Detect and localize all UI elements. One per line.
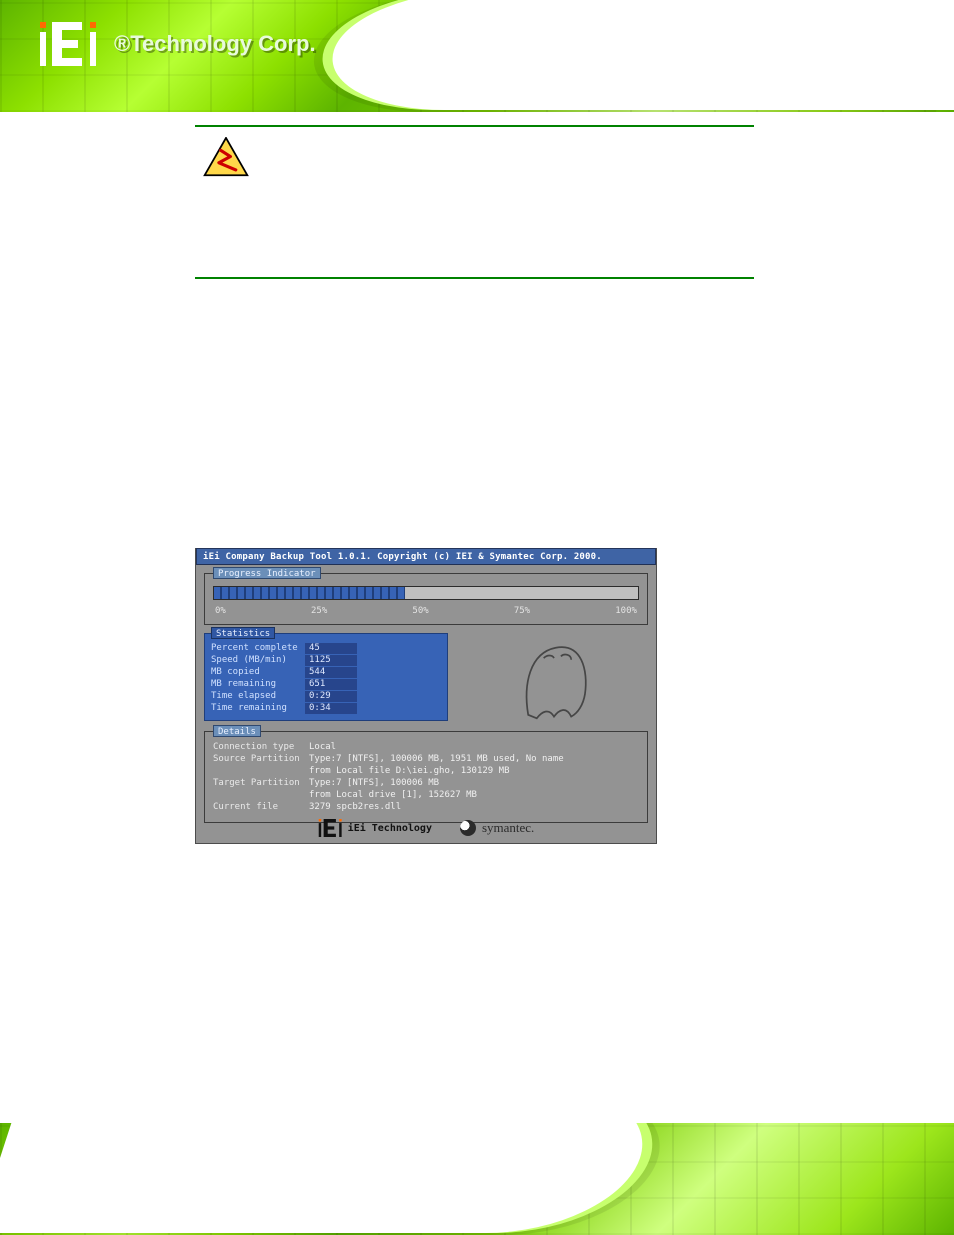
ghost-mascot-icon <box>460 633 648 721</box>
footer-swoosh <box>0 1123 664 1233</box>
progress-tick-50: 50% <box>412 606 428 616</box>
detail-label: Current file <box>213 802 309 814</box>
stat-mb-copied: MB copied 544 <box>211 666 441 678</box>
details-group: Details Connection type Local Source Par… <box>204 731 648 823</box>
stat-value: 45 <box>305 643 357 654</box>
detail-value: Local <box>309 742 336 754</box>
stat-mb-remaining: MB remaining 651 <box>211 678 441 690</box>
detail-value: 3279 spcb2res.dll <box>309 802 401 814</box>
section-divider <box>195 277 754 279</box>
details-label: Details <box>213 725 261 737</box>
progress-ticks: 0% 25% 50% 75% 100% <box>213 600 639 616</box>
statistics-group: Statistics Percent complete 45 Speed (MB… <box>204 633 448 721</box>
detail-label: Connection type <box>213 742 309 754</box>
stat-label: MB copied <box>211 667 301 677</box>
detail-label-blank <box>213 766 309 778</box>
progress-tick-100: 100% <box>615 606 637 616</box>
detail-connection: Connection type Local <box>213 742 639 754</box>
detail-value: Type:7 [NTFS], 100006 MB <box>309 778 439 790</box>
stat-time-remaining: Time remaining 0:34 <box>211 702 441 714</box>
stat-label: MB remaining <box>211 679 301 689</box>
stat-percent-complete: Percent complete 45 <box>211 642 441 654</box>
stat-value: 0:29 <box>305 691 357 702</box>
detail-label: Source Partition <box>213 754 309 766</box>
stat-label: Time elapsed <box>211 691 301 701</box>
detail-label-blank <box>213 790 309 802</box>
stat-value: 0:34 <box>305 703 357 714</box>
symantec-mark-icon <box>460 820 476 836</box>
detail-value: from Local file D:\iei.gho, 130129 MB <box>309 766 509 778</box>
document-body <box>195 125 754 279</box>
detail-target-line2: from Local drive [1], 152627 MB <box>213 790 639 802</box>
progress-tick-0: 0% <box>215 606 226 616</box>
stat-label: Time remaining <box>211 703 301 713</box>
iei-mini-logo: iEi Technology <box>318 819 432 837</box>
footer-banner <box>0 1123 954 1235</box>
progress-group: Progress Indicator 0% 25% 50% 75% 100% <box>204 573 648 625</box>
detail-source: Source Partition Type:7 [NTFS], 100006 M… <box>213 754 639 766</box>
stat-value: 544 <box>305 667 357 678</box>
iei-logo-mark <box>40 22 100 66</box>
progress-bar <box>213 586 639 600</box>
iei-logo: ®Technology Corp. <box>40 22 316 66</box>
progress-tick-25: 25% <box>311 606 327 616</box>
stat-label: Speed (MB/min) <box>211 655 301 665</box>
header-swoosh <box>315 0 954 110</box>
warning-icon <box>203 137 249 177</box>
stat-speed: Speed (MB/min) 1125 <box>211 654 441 666</box>
warning-callout <box>195 127 754 277</box>
detail-target: Target Partition Type:7 [NTFS], 100006 M… <box>213 778 639 790</box>
progress-tick-75: 75% <box>514 606 530 616</box>
iei-logo-text: ®Technology Corp. <box>114 31 316 57</box>
statistics-label: Statistics <box>211 627 275 639</box>
progress-fill <box>214 587 405 599</box>
stat-value: 651 <box>305 679 357 690</box>
detail-source-line2: from Local file D:\iei.gho, 130129 MB <box>213 766 639 778</box>
stat-value: 1125 <box>305 655 357 666</box>
detail-value: Type:7 [NTFS], 100006 MB, 1951 MB used, … <box>309 754 564 766</box>
iei-mini-text: iEi Technology <box>348 823 432 834</box>
backup-tool-footer: iEi Technology symantec. <box>196 819 656 837</box>
detail-current-file: Current file 3279 spcb2res.dll <box>213 802 639 814</box>
detail-value: from Local drive [1], 152627 MB <box>309 790 477 802</box>
symantec-text: symantec. <box>482 820 534 836</box>
backup-tool-titlebar: iEi Company Backup Tool 1.0.1. Copyright… <box>196 548 656 565</box>
symantec-logo: symantec. <box>460 820 534 836</box>
header-banner: ®Technology Corp. <box>0 0 954 112</box>
stat-time-elapsed: Time elapsed 0:29 <box>211 690 441 702</box>
progress-label: Progress Indicator <box>213 567 321 579</box>
detail-label: Target Partition <box>213 778 309 790</box>
stat-label: Percent complete <box>211 643 301 653</box>
backup-tool-window: iEi Company Backup Tool 1.0.1. Copyright… <box>195 548 657 844</box>
